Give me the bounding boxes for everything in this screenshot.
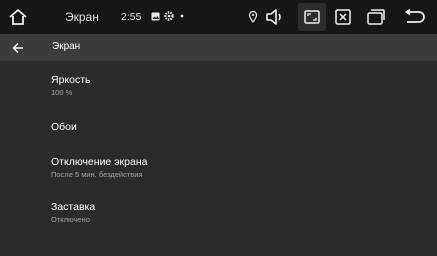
settings-list: Яркость 100 % Обои Отключение экрана Пос…: [0, 61, 437, 256]
home-button[interactable]: [6, 5, 30, 29]
setting-title: Яркость: [51, 74, 91, 86]
volume-icon: [265, 8, 285, 26]
back-nav-button[interactable]: [402, 5, 428, 29]
settings-gear-icon: [164, 11, 174, 21]
status-app-name: Экран: [65, 10, 99, 24]
screenshot-button[interactable]: [298, 3, 326, 31]
setting-subtitle: Отключено: [51, 215, 90, 224]
screenshot-icon: [304, 9, 320, 25]
back-button[interactable]: [8, 38, 28, 58]
close-window-button[interactable]: [331, 5, 355, 29]
setting-title: Обои: [51, 121, 77, 133]
close-window-icon: [335, 9, 351, 25]
setting-wallpaper[interactable]: Обои: [51, 121, 351, 134]
image-icon: [151, 12, 160, 21]
volume-button[interactable]: [263, 5, 287, 29]
setting-subtitle: После 5 мин. бездействия: [51, 170, 143, 179]
recent-apps-icon: [367, 9, 385, 25]
setting-screen-timeout[interactable]: Отключение экрана После 5 мин. бездейств…: [51, 156, 351, 180]
status-bar: Экран 2:55: [0, 0, 437, 34]
location-pin-icon: [248, 10, 258, 23]
return-icon: [404, 9, 426, 25]
setting-brightness[interactable]: Яркость 100 %: [51, 74, 351, 98]
setting-subtitle: 100 %: [51, 88, 73, 97]
setting-title: Заставка: [51, 201, 96, 213]
setting-screensaver[interactable]: Заставка Отключено: [51, 201, 351, 225]
setting-title: Отключение экрана: [51, 156, 148, 168]
app-bar: Экран: [0, 34, 437, 61]
arrow-left-icon: [12, 42, 24, 54]
home-icon: [8, 7, 28, 27]
dot-icon: [180, 14, 184, 18]
status-time: 2:55: [121, 11, 142, 23]
page-title: Экран: [52, 41, 81, 52]
recent-apps-button[interactable]: [364, 5, 388, 29]
